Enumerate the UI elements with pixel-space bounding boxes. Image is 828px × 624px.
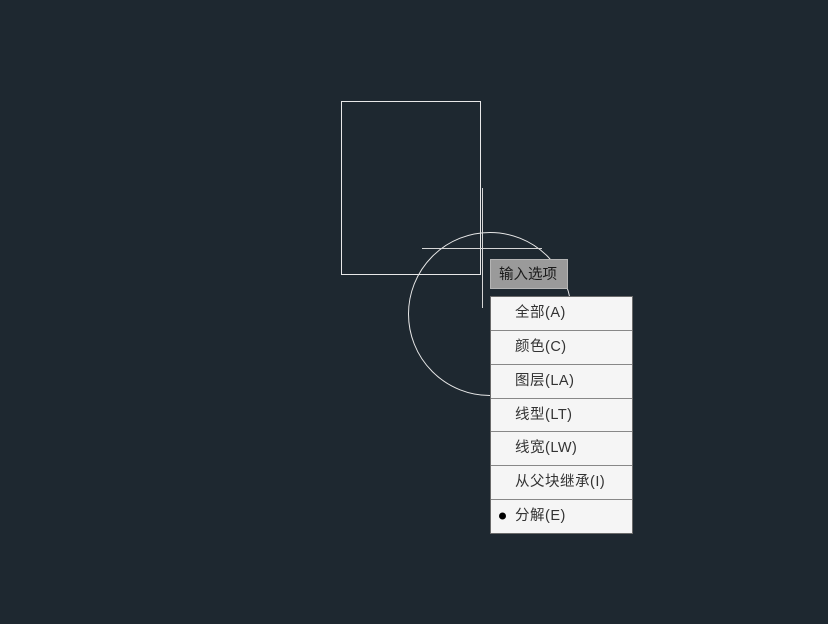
menu-item-all[interactable]: 全部(A) <box>491 297 632 331</box>
menu-item-label: 线型(LT) <box>515 407 573 423</box>
crosshair-vertical <box>482 188 483 308</box>
context-menu-header: 输入选项 <box>490 259 568 289</box>
menu-item-linetype[interactable]: 线型(LT) <box>491 399 632 433</box>
menu-item-inherit-parent[interactable]: 从父块继承(I) <box>491 466 632 500</box>
menu-item-explode[interactable]: 分解(E) <box>491 500 632 533</box>
context-menu: 全部(A) 颜色(C) 图层(LA) 线型(LT) 线宽(LW) 从父块继承(I… <box>490 296 633 534</box>
menu-item-label: 全部(A) <box>515 305 566 321</box>
bullet-marker-icon <box>499 513 506 520</box>
menu-item-label: 分解(E) <box>515 508 566 524</box>
drawing-canvas[interactable] <box>0 0 828 624</box>
menu-item-lineweight[interactable]: 线宽(LW) <box>491 432 632 466</box>
menu-item-label: 图层(LA) <box>515 373 574 389</box>
menu-item-color[interactable]: 颜色(C) <box>491 331 632 365</box>
menu-item-label: 线宽(LW) <box>515 440 577 456</box>
menu-item-label: 从父块继承(I) <box>515 474 605 490</box>
menu-item-label: 颜色(C) <box>515 339 567 355</box>
menu-item-layer[interactable]: 图层(LA) <box>491 365 632 399</box>
context-menu-header-wrap: 输入选项 <box>490 259 568 289</box>
